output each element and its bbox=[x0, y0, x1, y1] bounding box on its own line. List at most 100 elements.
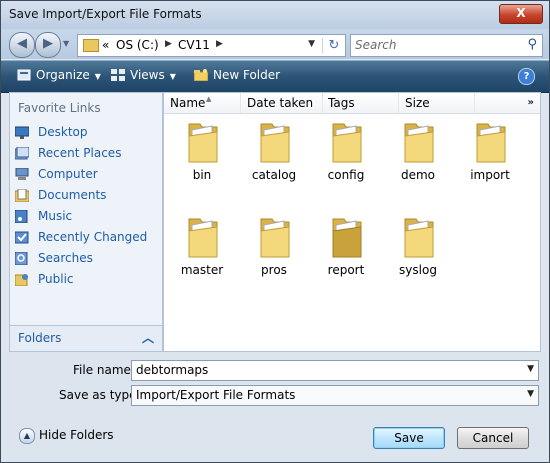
folder-icon bbox=[188, 123, 218, 163]
folder-icon bbox=[83, 39, 99, 52]
folder-icon bbox=[260, 123, 290, 163]
column-divider[interactable] bbox=[240, 93, 241, 113]
folder-item[interactable]: config bbox=[310, 118, 382, 188]
refresh-icon: ↻ bbox=[328, 38, 340, 53]
address-row: ◀ ▶ ▼ « OS (C:) ▶ CV11 ▶ ▼ ↻ ⚲ bbox=[1, 29, 549, 59]
folder-name: report bbox=[327, 263, 365, 277]
forward-arrow-icon: ▶ bbox=[43, 36, 53, 51]
file-list: Name ▲ Date taken Tags Size » bin catalog… bbox=[163, 92, 541, 352]
folder-icon bbox=[476, 123, 506, 163]
nav-item-label: Computer bbox=[38, 167, 98, 181]
folder-icon bbox=[260, 218, 290, 258]
folder-item[interactable]: demo bbox=[382, 118, 454, 188]
recently-changed-icon bbox=[15, 231, 29, 244]
views-label: Views bbox=[130, 68, 165, 82]
save-as-type-select[interactable]: Import/Export File Formats ▼ bbox=[131, 385, 539, 406]
music-icon bbox=[15, 210, 28, 223]
folder-icon bbox=[404, 123, 434, 163]
folder-item[interactable]: catalog bbox=[238, 118, 310, 188]
save-dialog: Save Import/Export File Formats X ◀ ▶ ▼ … bbox=[0, 0, 550, 463]
favorite-links-header: Favorite Links bbox=[18, 101, 101, 115]
folder-name: demo bbox=[400, 168, 436, 182]
column-divider[interactable] bbox=[322, 93, 323, 113]
nav-item-desktop[interactable]: Desktop bbox=[15, 123, 155, 143]
search-icon[interactable]: ⚲ bbox=[527, 37, 537, 52]
nav-item-documents[interactable]: Documents bbox=[15, 186, 155, 206]
chevron-down-icon[interactable]: ▼ bbox=[527, 364, 534, 374]
search-input[interactable] bbox=[355, 37, 515, 53]
save-as-type-label: Save as type: bbox=[59, 388, 141, 402]
folder-item[interactable]: import bbox=[454, 118, 526, 188]
searches-icon bbox=[15, 252, 28, 265]
views-button[interactable]: Views ▼ bbox=[111, 68, 176, 82]
organize-label: Organize bbox=[36, 68, 90, 82]
more-columns-button[interactable]: » bbox=[528, 97, 534, 108]
cancel-button[interactable]: Cancel bbox=[457, 427, 529, 449]
address-bar[interactable]: « OS (C:) ▶ CV11 ▶ ▼ ↻ bbox=[77, 34, 346, 57]
documents-icon bbox=[15, 189, 29, 202]
nav-item-public[interactable]: Public bbox=[15, 270, 155, 290]
folder-name: syslog bbox=[399, 263, 437, 277]
column-name[interactable]: Name ▲ bbox=[170, 95, 211, 110]
breadcrumb-arrow-icon[interactable]: ▶ bbox=[165, 39, 172, 49]
save-options-panel: File name: debtormaps ▼ Save as type: Im… bbox=[1, 352, 549, 462]
folder-icon bbox=[332, 123, 362, 163]
nav-item-searches[interactable]: Searches bbox=[15, 249, 155, 269]
new-folder-button[interactable]: New Folder bbox=[194, 68, 280, 82]
breadcrumb-drive[interactable]: OS (C:) bbox=[116, 38, 159, 52]
column-size[interactable]: Size bbox=[405, 96, 430, 110]
forward-button[interactable]: ▶ bbox=[35, 32, 61, 58]
nav-item-recent-places[interactable]: Recent Places bbox=[15, 144, 155, 164]
nav-item-label: Recently Changed bbox=[38, 230, 148, 244]
folder-item[interactable]: master bbox=[166, 213, 238, 283]
organize-button[interactable]: Organize ▼ bbox=[17, 68, 101, 82]
chevron-down-icon: ▼ bbox=[94, 72, 101, 81]
breadcrumb-folder[interactable]: CV11 bbox=[178, 38, 210, 52]
recent-pages-dropdown-icon[interactable]: ▼ bbox=[63, 39, 69, 48]
nav-item-computer[interactable]: Computer bbox=[15, 165, 155, 185]
address-dropdown-icon[interactable]: ▼ bbox=[308, 39, 315, 49]
folder-name: bin bbox=[192, 168, 212, 182]
close-button[interactable]: X bbox=[499, 4, 543, 24]
navigation-pane: Favorite Links Desktop Recent Places Com… bbox=[9, 92, 163, 352]
new-folder-icon bbox=[194, 69, 208, 81]
recent-places-icon bbox=[15, 147, 29, 160]
window-title: Save Import/Export File Formats bbox=[9, 7, 202, 21]
desktop-icon bbox=[15, 126, 29, 139]
help-button[interactable]: ? bbox=[518, 68, 535, 85]
file-name-value: debtormaps bbox=[136, 363, 209, 377]
title-bar: Save Import/Export File Formats X bbox=[1, 1, 549, 29]
refresh-button[interactable]: ↻ bbox=[322, 38, 345, 53]
column-tags[interactable]: Tags bbox=[328, 96, 355, 110]
new-folder-label: New Folder bbox=[213, 68, 281, 82]
nav-item-label: Documents bbox=[38, 188, 107, 202]
chevron-down-icon: ▼ bbox=[527, 389, 534, 399]
save-button[interactable]: Save bbox=[373, 427, 445, 449]
public-folder-icon bbox=[15, 274, 28, 286]
folder-item[interactable]: report bbox=[310, 213, 382, 283]
folder-name: catalog bbox=[251, 168, 297, 182]
folder-name: import bbox=[470, 168, 510, 182]
hide-folders-label: Hide Folders bbox=[39, 428, 114, 442]
folder-item[interactable]: syslog bbox=[382, 213, 454, 283]
breadcrumb-arrow-icon[interactable]: ▶ bbox=[216, 39, 223, 49]
back-button[interactable]: ◀ bbox=[9, 32, 35, 58]
chevron-up-icon: ▲ bbox=[19, 428, 35, 444]
folder-item[interactable]: pros bbox=[238, 213, 310, 283]
views-icon bbox=[111, 69, 125, 81]
nav-item-music[interactable]: Music bbox=[15, 207, 155, 227]
folder-name: pros bbox=[261, 263, 287, 277]
column-divider[interactable] bbox=[398, 93, 399, 113]
folders-toggle[interactable]: Folders ︿ bbox=[10, 325, 162, 351]
sort-arrow-icon: ▲ bbox=[206, 95, 212, 103]
column-name-label: Name bbox=[170, 96, 206, 110]
file-name-field[interactable]: debtormaps ▼ bbox=[131, 360, 539, 381]
folder-name: config bbox=[327, 168, 365, 182]
column-date-taken[interactable]: Date taken bbox=[247, 96, 313, 110]
folder-icon bbox=[188, 218, 218, 258]
folder-item[interactable]: bin bbox=[166, 118, 238, 188]
column-divider[interactable] bbox=[474, 93, 475, 113]
nav-item-recently-changed[interactable]: Recently Changed bbox=[15, 228, 155, 248]
computer-icon bbox=[15, 168, 29, 180]
breadcrumb-overflow[interactable]: « bbox=[102, 38, 109, 52]
